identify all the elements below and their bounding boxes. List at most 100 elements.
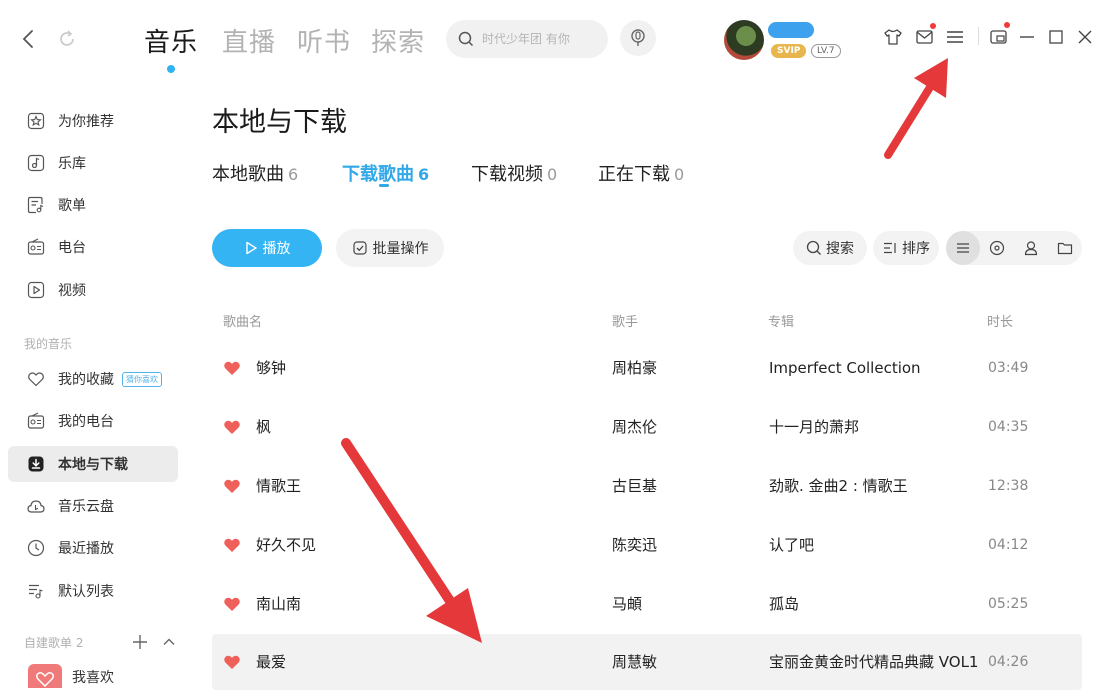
heart-outline-icon (26, 369, 46, 389)
annotation-arrow-menu (884, 58, 948, 159)
sidebar-item-label: 我的收藏 (58, 372, 114, 388)
song-name[interactable]: 情歌王 (256, 458, 301, 514)
play-all-button[interactable]: 播放 (212, 229, 322, 267)
skin-shirt-icon[interactable] (882, 26, 904, 48)
guess-you-like-badge[interactable]: 猜你喜欢 (122, 371, 162, 387)
album-view-icon[interactable] (980, 231, 1014, 265)
video-icon (26, 280, 46, 300)
tab-downloaded-songs[interactable]: 下载歌曲 6 (342, 160, 429, 186)
refresh-icon[interactable] (56, 28, 78, 50)
sidebar-item-default-list[interactable]: 默认列表 (8, 573, 178, 609)
song-duration: 12:38 (988, 478, 1029, 494)
playlist-i-like[interactable]: 我喜欢 (72, 667, 114, 687)
table-row[interactable]: 枫 周杰伦 十一月的萧邦 04:35 (212, 399, 1082, 455)
page-title: 本地与下载 (212, 107, 347, 138)
table-row[interactable]: 够钟 周柏豪 Imperfect Collection 03:49 (212, 340, 1082, 396)
list-music-icon (26, 581, 46, 601)
table-row[interactable]: 南山南 马頔 孤岛 05:25 (212, 576, 1082, 632)
sort-label: 排序 (902, 241, 930, 257)
notification-dot-2 (1004, 22, 1010, 28)
song-name[interactable]: 最爱 (256, 634, 286, 690)
song-artist[interactable]: 陈奕迅 (612, 517, 657, 573)
mail-icon[interactable] (914, 26, 936, 48)
tab-downloaded-videos[interactable]: 下载视频 0 (471, 160, 557, 186)
search-box[interactable] (446, 20, 608, 58)
song-artist[interactable]: 周杰伦 (612, 399, 657, 455)
search-input[interactable] (480, 31, 594, 47)
table-row[interactable]: 最爱 周慧敏 宝丽金黄金时代精品典藏 VOL1 04:26 (212, 634, 1082, 690)
column-header-artist[interactable]: 歌手 (612, 311, 638, 330)
username-redacted[interactable] (768, 22, 814, 38)
song-name[interactable]: 枫 (256, 399, 271, 455)
play-icon (244, 241, 258, 255)
playlist-cover-icon (28, 664, 62, 688)
avatar[interactable] (724, 20, 764, 60)
voice-search-button[interactable] (620, 20, 656, 56)
mini-player-icon[interactable] (988, 26, 1010, 48)
song-album[interactable]: 孤岛 (769, 576, 799, 632)
sort-icon (882, 240, 898, 256)
song-album[interactable]: 劲歌. 金曲2 : 情歌王 (769, 458, 908, 514)
tab-explore[interactable]: 探索 (371, 22, 425, 59)
sidebar-item-recommend[interactable]: 为你推荐 (8, 103, 178, 139)
sidebar-item-video[interactable]: 视频 (8, 272, 178, 308)
sidebar-item-radio[interactable]: 电台 (8, 229, 178, 265)
minimize-icon[interactable] (1016, 26, 1038, 48)
play-label: 播放 (262, 241, 291, 257)
heart-icon[interactable] (222, 358, 242, 378)
tab-audiobook[interactable]: 听书 (297, 22, 351, 59)
tab-downloading[interactable]: 正在下载 0 (598, 160, 684, 186)
song-album[interactable]: 宝丽金黄金时代精品典藏 VOL1 (769, 634, 978, 690)
song-name[interactable]: 好久不见 (256, 517, 316, 573)
song-artist[interactable]: 马頔 (612, 576, 642, 632)
batch-operation-button[interactable]: 批量操作 (336, 229, 444, 267)
heart-icon[interactable] (222, 476, 242, 496)
sidebar-item-recent[interactable]: 最近播放 (8, 530, 178, 566)
song-album[interactable]: 十一月的萧邦 (769, 399, 859, 455)
list-view-icon[interactable] (946, 231, 980, 265)
playlist-icon (26, 195, 46, 215)
song-artist[interactable]: 周慧敏 (612, 634, 657, 690)
heart-icon[interactable] (222, 535, 242, 555)
column-header-duration[interactable]: 时长 (987, 311, 1013, 330)
sidebar-item-cloud[interactable]: 音乐云盘 (8, 488, 178, 524)
add-playlist-icon[interactable] (131, 633, 149, 651)
sidebar-item-library[interactable]: 乐库 (8, 145, 178, 181)
song-name[interactable]: 南山南 (256, 576, 301, 632)
song-artist[interactable]: 古巨基 (612, 458, 657, 514)
sidebar-item-favorites[interactable]: 我的收藏 猜你喜欢 (8, 361, 178, 397)
sidebar-item-local-download[interactable]: 本地与下载 (8, 446, 178, 482)
toolbar-divider (978, 27, 979, 45)
music-note-icon (26, 153, 46, 173)
active-tab-indicator (167, 65, 175, 73)
menu-icon[interactable] (944, 26, 966, 48)
list-search-button[interactable]: 搜索 (793, 231, 867, 265)
sort-button[interactable]: 排序 (873, 231, 939, 265)
search-label: 搜索 (826, 241, 854, 257)
collapse-chevron-icon[interactable] (160, 633, 178, 651)
batch-label: 批量操作 (372, 241, 429, 257)
heart-icon[interactable] (222, 594, 242, 614)
song-album[interactable]: 认了吧 (769, 517, 814, 573)
sidebar-item-playlists[interactable]: 歌单 (8, 187, 178, 223)
batch-check-icon (352, 240, 368, 256)
tab-local-songs[interactable]: 本地歌曲 6 (212, 160, 298, 186)
close-icon[interactable] (1074, 26, 1096, 48)
song-artist[interactable]: 周柏豪 (612, 340, 657, 396)
column-header-album[interactable]: 专辑 (768, 311, 794, 330)
table-row[interactable]: 情歌王 古巨基 劲歌. 金曲2 : 情歌王 12:38 (212, 458, 1082, 514)
table-row[interactable]: 好久不见 陈奕迅 认了吧 04:12 (212, 517, 1082, 573)
column-header-name[interactable]: 歌曲名 (223, 311, 262, 330)
song-name[interactable]: 够钟 (256, 340, 286, 396)
folder-view-icon[interactable] (1048, 231, 1082, 265)
tab-music[interactable]: 音乐 (144, 22, 198, 59)
artist-view-icon[interactable] (1014, 231, 1048, 265)
heart-icon[interactable] (222, 652, 242, 672)
back-icon[interactable] (18, 28, 40, 50)
maximize-icon[interactable] (1045, 26, 1067, 48)
heart-icon[interactable] (222, 417, 242, 437)
sidebar-item-my-radio[interactable]: 我的电台 (8, 403, 178, 439)
tab-live[interactable]: 直播 (222, 22, 276, 59)
created-count: 2 (75, 636, 84, 650)
song-album[interactable]: Imperfect Collection (769, 340, 921, 396)
